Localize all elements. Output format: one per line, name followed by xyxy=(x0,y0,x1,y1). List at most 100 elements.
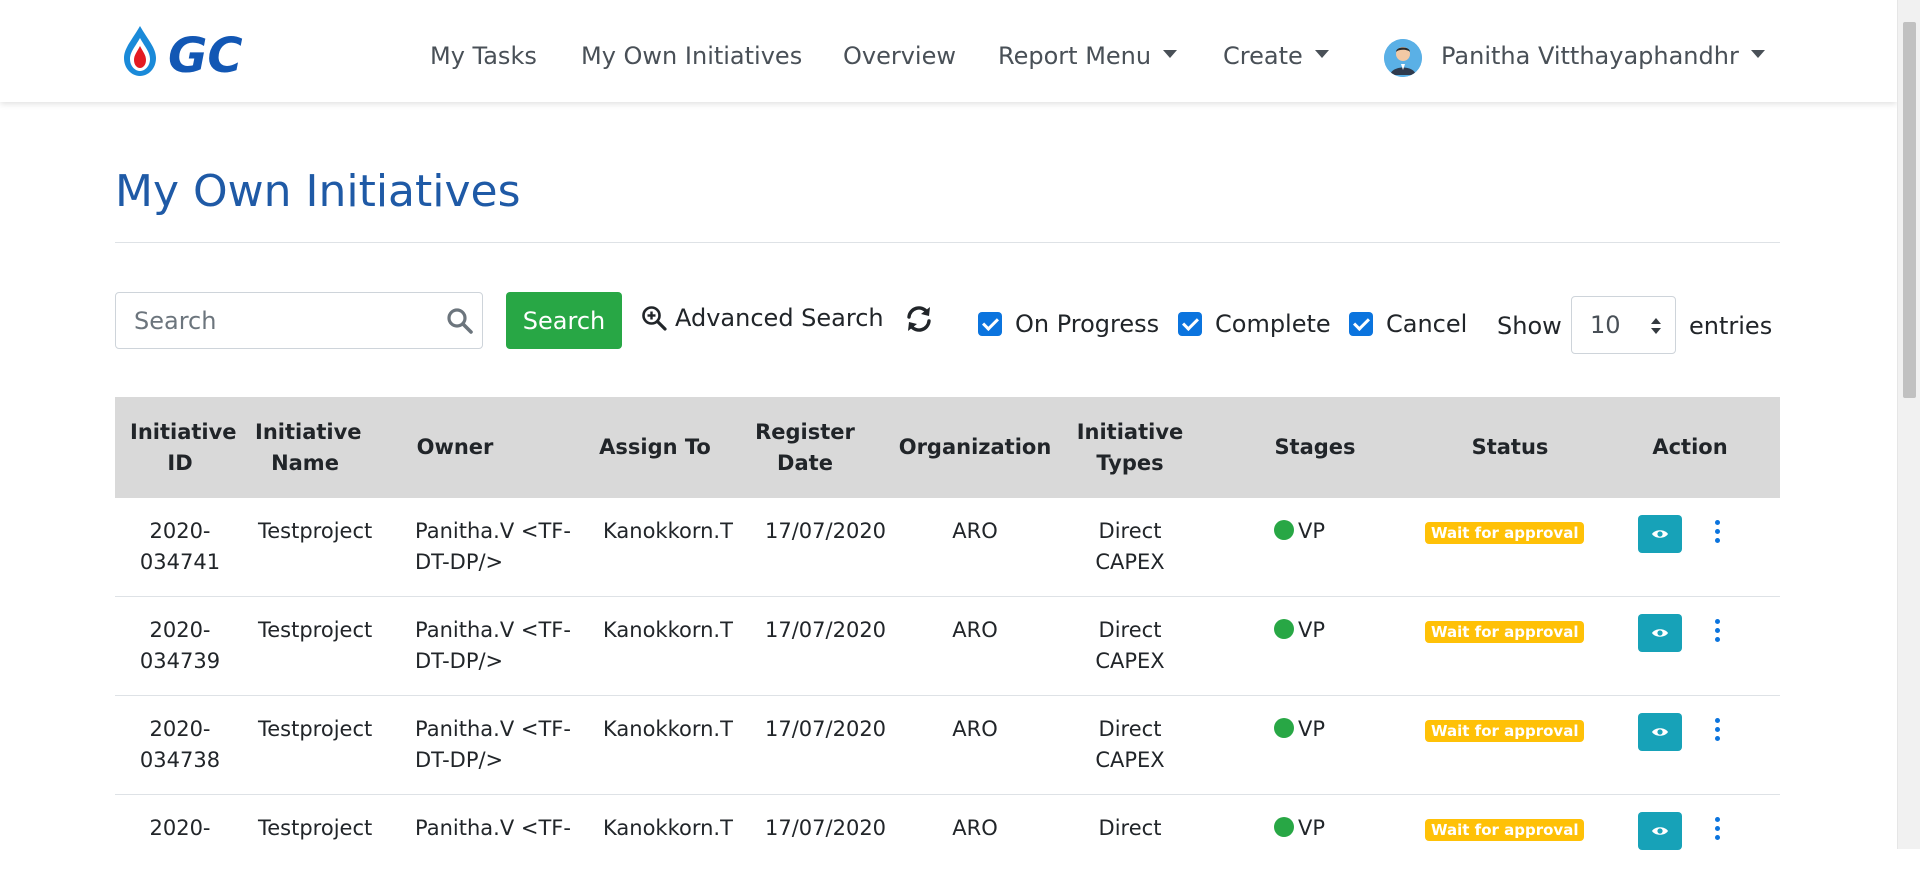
cell-initiative-name: Testproject xyxy=(258,717,373,741)
col-assign-to[interactable]: Assign To xyxy=(585,397,725,498)
col-initiative-name[interactable]: Initiative Name xyxy=(245,397,365,498)
cell-initiative-name: Testproject xyxy=(258,519,373,543)
eye-icon xyxy=(1652,629,1668,637)
status-badge: Wait for approval xyxy=(1425,819,1585,841)
chevron-down-icon xyxy=(1163,50,1178,58)
gc-logo[interactable]: GC xyxy=(122,24,292,84)
user-menu[interactable]: Panitha Vitthayaphandhr xyxy=(1441,42,1765,70)
scrollbar-thumb[interactable] xyxy=(1903,22,1916,398)
col-organization[interactable]: Organization xyxy=(899,397,1052,498)
nav-my-own-initiatives[interactable]: My Own Initiatives xyxy=(581,42,802,70)
title-divider xyxy=(115,242,1780,243)
col-owner[interactable]: Owner xyxy=(370,397,540,498)
nav-my-tasks[interactable]: My Tasks xyxy=(430,42,537,70)
page-scrollbar[interactable] xyxy=(1897,0,1920,849)
cell-register-date: 17/07/2020 xyxy=(765,816,887,840)
stage-status-dot-icon xyxy=(1274,817,1294,837)
cell-initiative-types: Direct CAPEX xyxy=(1095,618,1165,673)
cell-owner: Panitha.V <TF- xyxy=(415,816,571,840)
cell-initiative-id: 2020-034741 xyxy=(139,519,221,574)
table-row: 2020-034741 Testproject Panitha.V <TF-DT… xyxy=(115,498,1780,597)
refresh-icon[interactable] xyxy=(904,304,934,334)
filter-cancel-checkbox[interactable]: Cancel xyxy=(1349,310,1467,338)
view-button[interactable] xyxy=(1638,713,1682,751)
status-badge: Wait for approval xyxy=(1425,621,1585,643)
entries-select[interactable]: 10 xyxy=(1571,296,1676,354)
table-row: 2020-034738 Testproject Panitha.V <TF-DT… xyxy=(115,696,1780,795)
more-options-icon[interactable] xyxy=(1709,718,1725,744)
view-button[interactable] xyxy=(1638,812,1682,850)
cell-register-date: 17/07/2020 xyxy=(765,618,887,642)
cell-initiative-types: Direct CAPEX xyxy=(1095,519,1165,574)
zoom-in-icon xyxy=(642,306,667,331)
user-avatar[interactable] xyxy=(1384,39,1422,77)
table-row: 2020-034739 Testproject Panitha.V <TF-DT… xyxy=(115,597,1780,696)
col-stages[interactable]: Stages xyxy=(1255,397,1375,498)
chevron-down-icon xyxy=(1750,50,1765,58)
cell-initiative-types: Direct CAPEX xyxy=(1095,717,1165,772)
search-icon[interactable] xyxy=(446,307,474,335)
view-button[interactable] xyxy=(1638,515,1682,553)
cell-organization: ARO xyxy=(952,618,998,642)
cell-assign-to: Kanokkorn.T xyxy=(603,618,733,642)
stage-status-dot-icon xyxy=(1274,718,1294,738)
col-initiative-types[interactable]: Initiative Types xyxy=(1065,397,1195,498)
search-button[interactable]: Search xyxy=(506,292,622,349)
cell-organization: ARO xyxy=(952,816,998,840)
view-button[interactable] xyxy=(1638,614,1682,652)
table-row: 2020- Testproject Panitha.V <TF- Kanokko… xyxy=(115,795,1780,894)
checkbox-checked-icon[interactable] xyxy=(1349,312,1373,336)
nav-report-menu[interactable]: Report Menu xyxy=(998,42,1178,70)
nav-overview[interactable]: Overview xyxy=(843,42,956,70)
more-options-icon[interactable] xyxy=(1709,817,1725,843)
advanced-search-link[interactable]: Advanced Search xyxy=(641,304,884,332)
cell-assign-to: Kanokkorn.T xyxy=(603,816,733,840)
status-badge: Wait for approval xyxy=(1425,522,1585,544)
col-status[interactable]: Status xyxy=(1435,397,1585,498)
cell-initiative-types: Direct xyxy=(1098,816,1162,840)
logo-text: GC xyxy=(168,28,243,78)
select-arrows-icon xyxy=(1651,318,1661,334)
cell-owner: Panitha.V <TF-DT-DP/> xyxy=(415,519,571,574)
table-header: Initiative ID Initiative Name Owner Assi… xyxy=(115,397,1780,498)
search-input[interactable] xyxy=(134,305,424,337)
status-badge: Wait for approval xyxy=(1425,720,1585,742)
cell-owner: Panitha.V <TF-DT-DP/> xyxy=(415,618,571,673)
col-action: Action xyxy=(1652,435,1728,459)
cell-stage: VP xyxy=(1274,615,1374,646)
cell-stage: VP xyxy=(1274,714,1374,745)
stage-status-dot-icon xyxy=(1274,520,1294,540)
cell-initiative-name: Testproject xyxy=(258,618,373,642)
eye-icon xyxy=(1652,530,1668,538)
checkbox-checked-icon[interactable] xyxy=(1178,312,1202,336)
eye-icon xyxy=(1652,728,1668,736)
cell-initiative-id: 2020- xyxy=(149,816,211,840)
cell-organization: ARO xyxy=(952,717,998,741)
chevron-down-icon xyxy=(1314,50,1329,58)
top-navbar: GC My Tasks My Own Initiatives Overview … xyxy=(0,0,1897,102)
cell-assign-to: Kanokkorn.T xyxy=(603,519,733,543)
cell-stage: VP xyxy=(1274,813,1374,844)
filter-complete-checkbox[interactable]: Complete xyxy=(1178,310,1331,338)
show-label: Show xyxy=(1497,312,1562,340)
cell-register-date: 17/07/2020 xyxy=(765,717,887,741)
cell-register-date: 17/07/2020 xyxy=(765,519,887,543)
nav-create[interactable]: Create xyxy=(1223,42,1329,70)
search-field[interactable] xyxy=(115,292,483,349)
cell-organization: ARO xyxy=(952,519,998,543)
cell-stage: VP xyxy=(1274,516,1374,547)
stage-status-dot-icon xyxy=(1274,619,1294,639)
cell-owner: Panitha.V <TF-DT-DP/> xyxy=(415,717,571,772)
col-initiative-id[interactable]: Initiative ID xyxy=(115,397,245,498)
more-options-icon[interactable] xyxy=(1709,619,1725,645)
entries-label: entries xyxy=(1689,312,1773,340)
eye-icon xyxy=(1652,827,1668,835)
page-title: My Own Initiatives xyxy=(115,166,521,217)
filter-on-progress-checkbox[interactable]: On Progress xyxy=(978,310,1159,338)
checkbox-checked-icon[interactable] xyxy=(978,312,1002,336)
cell-initiative-id: 2020-034738 xyxy=(139,717,221,772)
col-register-date[interactable]: Register Date xyxy=(740,397,870,498)
more-options-icon[interactable] xyxy=(1709,520,1725,546)
cell-initiative-id: 2020-034739 xyxy=(139,618,221,673)
cell-initiative-name: Testproject xyxy=(258,816,373,840)
